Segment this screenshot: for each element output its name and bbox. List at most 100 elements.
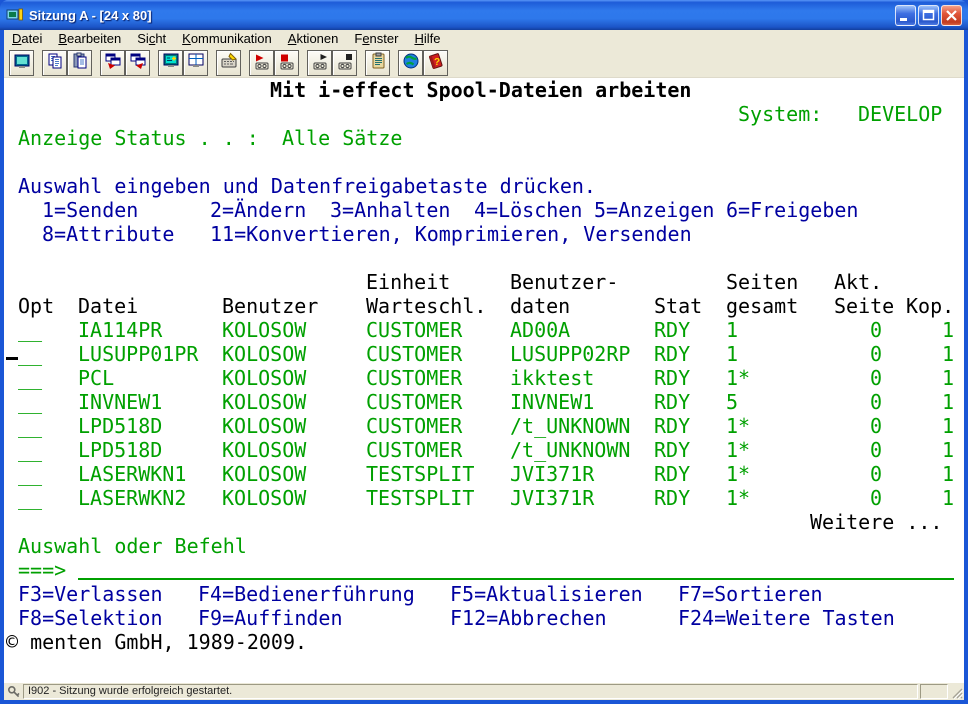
close-button[interactable] bbox=[941, 5, 962, 26]
new-screen-button[interactable] bbox=[9, 50, 34, 76]
terminal-row: __INVNEW1KOLOSOWCUSTOMERINVNEW1RDY501 bbox=[6, 390, 962, 414]
terminal-text: RDY bbox=[654, 366, 690, 390]
record-macro-button[interactable] bbox=[249, 50, 274, 76]
opt-input[interactable]: __ bbox=[18, 486, 42, 510]
terminal-text: 2=Ändern bbox=[210, 198, 306, 222]
terminal-row: © menten GmbH, 1989-2009. bbox=[6, 630, 962, 654]
terminal-text: Anzeige Status . . : bbox=[18, 126, 259, 150]
globe-button[interactable] bbox=[398, 50, 423, 76]
session-icon[interactable] bbox=[6, 6, 24, 24]
display-setup-button[interactable] bbox=[158, 50, 183, 76]
display-frame-button[interactable] bbox=[183, 50, 208, 76]
terminal-row: F8=SelektionF9=AuffindenF12=AbbrechenF24… bbox=[6, 606, 962, 630]
menu-bearbeiten[interactable]: Bearbeiten bbox=[50, 30, 129, 48]
opt-input[interactable]: __ bbox=[18, 366, 42, 390]
terminal-text: 1 bbox=[942, 342, 954, 366]
help-icon: ? bbox=[427, 52, 445, 73]
paste-button[interactable] bbox=[67, 50, 92, 76]
receive-screen-button[interactable] bbox=[125, 50, 150, 76]
opt-input[interactable]: __ bbox=[18, 390, 42, 414]
terminal-text: RDY bbox=[654, 414, 690, 438]
terminal-row: Anzeige Status . . :Alle Sätze bbox=[6, 126, 962, 150]
terminal-text: F3=Verlassen bbox=[18, 582, 163, 606]
receive-screen-icon bbox=[129, 52, 147, 73]
terminal-text: KOLOSOW bbox=[222, 438, 306, 462]
terminal-text: Seiten bbox=[726, 270, 798, 294]
terminal-text: KOLOSOW bbox=[222, 366, 306, 390]
opt-input[interactable]: __ bbox=[18, 438, 42, 462]
terminal-text: F8=Selektion bbox=[18, 606, 163, 630]
terminal-screen[interactable]: Mit i-effect Spool-Dateien arbeitenSyste… bbox=[4, 78, 964, 683]
status-message: I902 - Sitzung wurde erfolgreich gestart… bbox=[23, 684, 918, 699]
terminal-text: 1* bbox=[726, 438, 750, 462]
keyboard-remap-button[interactable] bbox=[216, 50, 241, 76]
toolbar-group bbox=[365, 50, 390, 76]
stop-macro-icon bbox=[336, 52, 354, 73]
terminal-row: F3=VerlassenF4=BedienerführungF5=Aktuali… bbox=[6, 582, 962, 606]
keyboard-remap-icon bbox=[220, 52, 238, 73]
terminal-text: 0 bbox=[870, 318, 882, 342]
resize-grip[interactable] bbox=[948, 684, 963, 699]
minimize-button[interactable] bbox=[895, 5, 916, 26]
record-stop-button[interactable] bbox=[274, 50, 299, 76]
terminal-text: KOLOSOW bbox=[222, 462, 306, 486]
display-frame-icon bbox=[187, 52, 205, 73]
toolbar-group bbox=[249, 50, 299, 76]
menu-sicht[interactable]: Sicht bbox=[129, 30, 174, 48]
command-input[interactable] bbox=[78, 578, 954, 580]
terminal-row bbox=[6, 150, 962, 174]
terminal-text: 1 bbox=[942, 486, 954, 510]
terminal-text: 1 bbox=[942, 462, 954, 486]
title-bar[interactable]: Sitzung A - [24 x 80] bbox=[0, 0, 968, 30]
maximize-button[interactable] bbox=[918, 5, 939, 26]
menu-kommunikation[interactable]: Kommunikation bbox=[174, 30, 280, 48]
terminal-text: TESTSPLIT bbox=[366, 462, 474, 486]
terminal-text: TESTSPLIT bbox=[366, 486, 474, 510]
toolbar-group: ? bbox=[398, 50, 448, 76]
stop-macro-button[interactable] bbox=[332, 50, 357, 76]
toolbar-group bbox=[307, 50, 357, 76]
opt-input[interactable]: __ bbox=[18, 342, 42, 366]
toolbar-group bbox=[9, 50, 34, 76]
send-screen-icon bbox=[104, 52, 122, 73]
menu-aktionen[interactable]: Aktionen bbox=[280, 30, 347, 48]
terminal-text: 5=Anzeigen bbox=[594, 198, 714, 222]
terminal-text: DEVELOP bbox=[858, 102, 942, 126]
terminal-text: Mit i-effect Spool-Dateien arbeiten bbox=[270, 78, 691, 102]
help-button[interactable]: ? bbox=[423, 50, 448, 76]
terminal-text: 8=Attribute bbox=[42, 222, 174, 246]
clipboard-button[interactable] bbox=[365, 50, 390, 76]
terminal-cursor bbox=[6, 357, 18, 360]
terminal-text: F24=Weitere Tasten bbox=[678, 606, 895, 630]
terminal-row bbox=[6, 246, 962, 270]
new-screen-icon bbox=[13, 52, 31, 73]
terminal-text: AD00A bbox=[510, 318, 570, 342]
menu-fenster[interactable]: Fenster bbox=[346, 30, 406, 48]
opt-input[interactable]: __ bbox=[18, 414, 42, 438]
menu-datei[interactable]: Datei bbox=[4, 30, 50, 48]
copy-button[interactable] bbox=[42, 50, 67, 76]
window-controls bbox=[895, 5, 962, 26]
terminal-text: 1 bbox=[726, 342, 738, 366]
opt-input[interactable]: __ bbox=[18, 318, 42, 342]
terminal-text: Einheit bbox=[366, 270, 450, 294]
opt-input[interactable]: __ bbox=[18, 462, 42, 486]
terminal-text: LUSUPP02RP bbox=[510, 342, 630, 366]
toolbar-group bbox=[158, 50, 208, 76]
terminal-text: Weitere ... bbox=[810, 510, 942, 534]
toolbar: ? bbox=[4, 48, 964, 78]
play-macro-button[interactable] bbox=[307, 50, 332, 76]
terminal-row: 1=Senden2=Ändern3=Anhalten4=Löschen5=Anz… bbox=[6, 198, 962, 222]
terminal-text: Datei bbox=[78, 294, 138, 318]
send-screen-button[interactable] bbox=[100, 50, 125, 76]
terminal-row: Auswahl eingeben und Datenfreigabetaste … bbox=[6, 174, 962, 198]
globe-icon bbox=[402, 52, 420, 73]
menu-hilfe[interactable]: Hilfe bbox=[406, 30, 448, 48]
terminal-text: LASERWKN1 bbox=[78, 462, 186, 486]
terminal-text: 6=Freigeben bbox=[726, 198, 858, 222]
terminal-row: 8=Attribute11=Konvertieren, Komprimieren… bbox=[6, 222, 962, 246]
terminal-text: /t_UNKNOWN bbox=[510, 438, 630, 462]
terminal-text: 1* bbox=[726, 486, 750, 510]
record-stop-icon bbox=[278, 52, 296, 73]
connection-icon bbox=[5, 685, 23, 699]
